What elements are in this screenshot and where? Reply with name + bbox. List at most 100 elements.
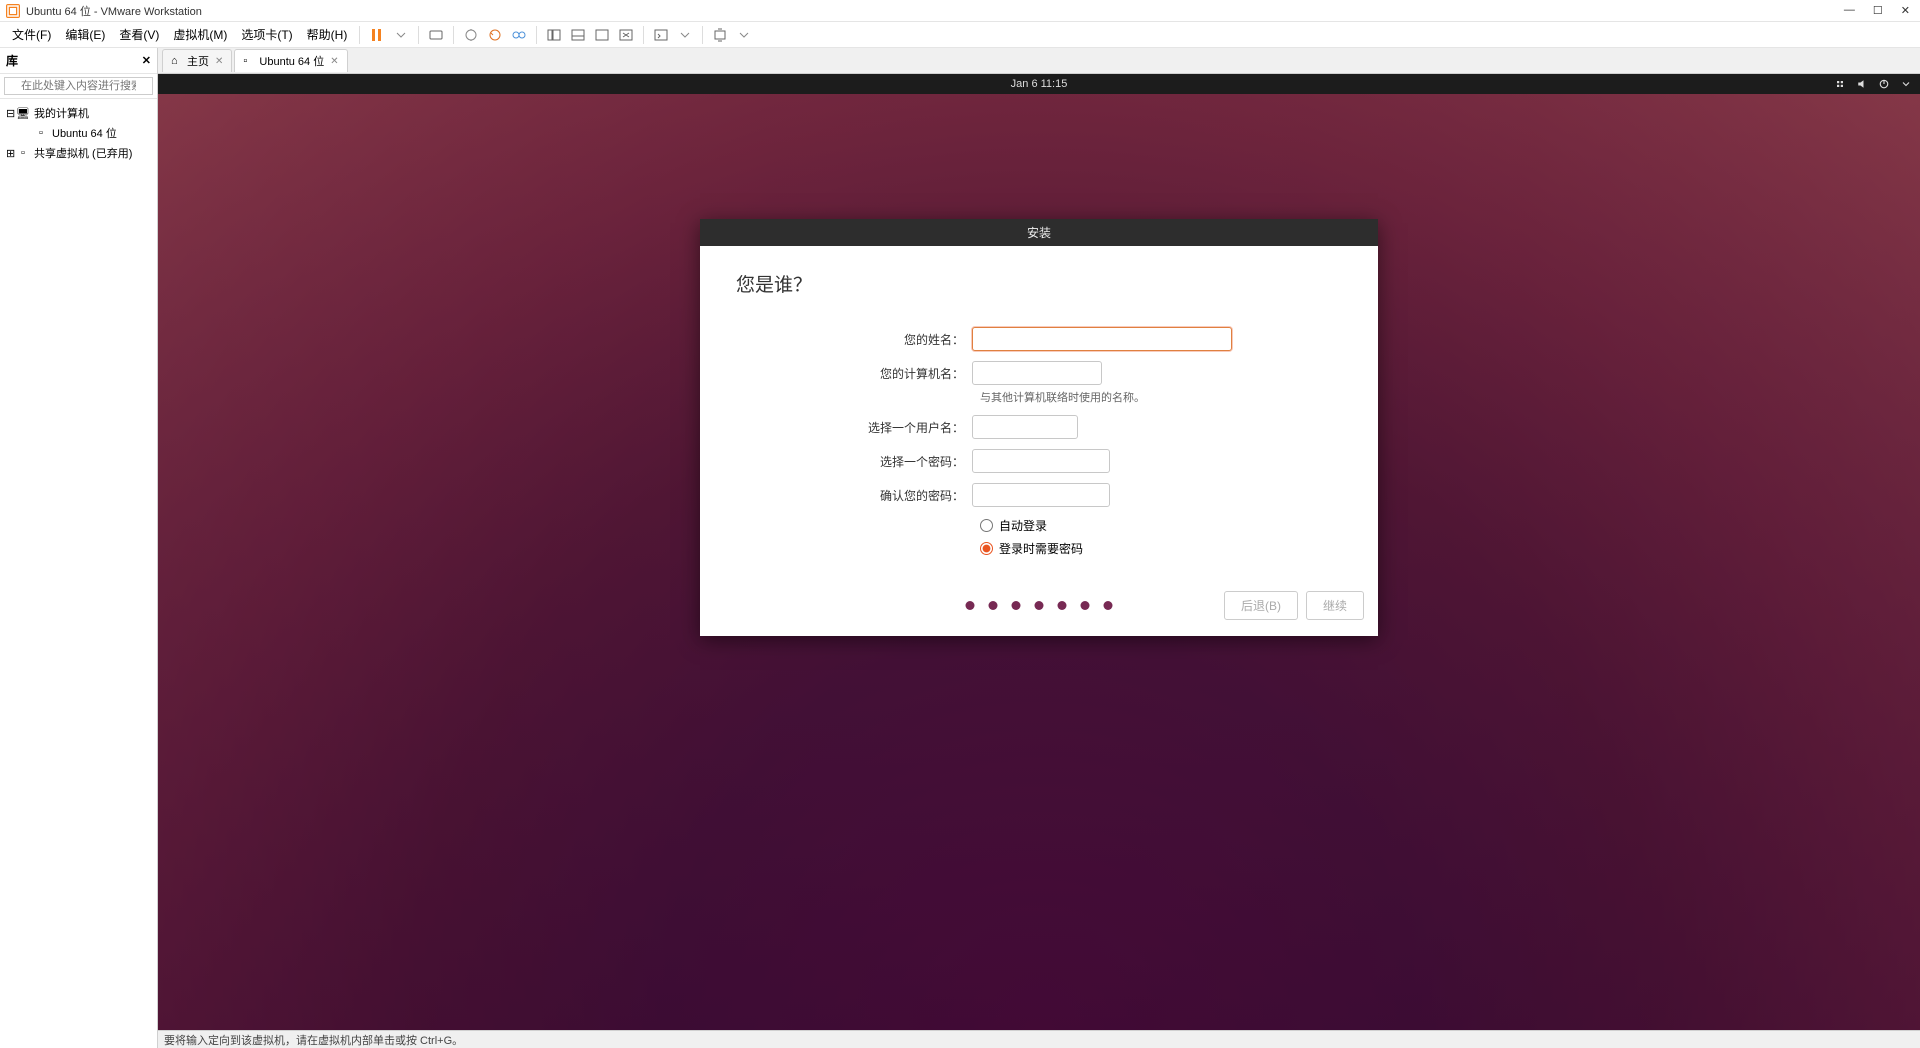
dropdown-icon[interactable]: [390, 24, 412, 46]
collapse-icon[interactable]: ⊟: [6, 107, 16, 120]
ubuntu-tray[interactable]: [1834, 78, 1912, 90]
vm-icon: ▫: [243, 55, 255, 67]
computer-icon: 🖥: [16, 106, 30, 120]
row-computer: 您的计算机名：: [736, 361, 1342, 385]
installer-body: 您是谁？ 您的姓名： 您的计算机名： 与其他计算机联络时使用的名称。 选择一个用…: [700, 246, 1378, 581]
network-icon[interactable]: [1834, 78, 1846, 90]
back-button[interactable]: 后退(B): [1224, 591, 1298, 620]
installer-heading: 您是谁？: [736, 270, 1342, 297]
installer-title: 安装: [700, 219, 1378, 246]
sidebar-header: 库 ✕: [0, 48, 157, 74]
window-title: Ubuntu 64 位 - VMware Workstation: [26, 3, 202, 19]
separator: [453, 26, 454, 44]
snapshot-revert-icon[interactable]: [484, 24, 506, 46]
snapshot-take-icon[interactable]: [460, 24, 482, 46]
tab-label: 主页: [187, 53, 209, 69]
tab-bar: ⌂ 主页 ✕ ▫ Ubuntu 64 位 ✕: [158, 48, 1920, 74]
tree-item-ubuntu[interactable]: ▫ Ubuntu 64 位: [20, 123, 155, 143]
radio-auto-login[interactable]: 自动登录: [980, 517, 1342, 534]
label-name: 您的姓名：: [736, 331, 972, 348]
sidebar-title: 库: [6, 52, 18, 69]
tab-home[interactable]: ⌂ 主页 ✕: [162, 49, 232, 72]
sidebar-search: [0, 74, 157, 99]
tree-item-label: Ubuntu 64 位: [52, 125, 117, 141]
separator: [359, 26, 360, 44]
input-confirm[interactable]: [972, 483, 1110, 507]
row-name: 您的姓名：: [736, 327, 1342, 351]
radio-pass-input[interactable]: [980, 542, 993, 555]
maximize-button[interactable]: ☐: [1869, 4, 1887, 17]
menu-help[interactable]: 帮助(H): [301, 24, 354, 45]
volume-icon[interactable]: [1856, 78, 1868, 90]
tree-root[interactable]: ⊟ 🖥 我的计算机: [2, 103, 155, 123]
window-title-bar: Ubuntu 64 位 - VMware Workstation — ☐ ✕: [0, 0, 1920, 22]
hint-computer: 与其他计算机联络时使用的名称。: [980, 389, 1342, 405]
stretch-icon[interactable]: [709, 24, 731, 46]
installer-window: 安装 您是谁？ 您的姓名： 您的计算机名： 与其他计算机联络时使用的名称。 选择…: [700, 219, 1378, 636]
content-area: ⌂ 主页 ✕ ▫ Ubuntu 64 位 ✕ Jan 6 11:15: [158, 48, 1920, 1048]
menu-tabs[interactable]: 选项卡(T): [235, 24, 298, 45]
menu-file[interactable]: 文件(F): [6, 24, 57, 45]
vm-icon: ▫: [34, 126, 48, 140]
radio-pass-label: 登录时需要密码: [999, 540, 1083, 557]
tree-item-label: 共享虚拟机 (已弃用): [34, 145, 132, 161]
separator: [418, 26, 419, 44]
expand-icon[interactable]: ⊞: [6, 147, 16, 160]
input-username[interactable]: [972, 415, 1078, 439]
progress-dots: [966, 601, 1113, 610]
radio-auto-label: 自动登录: [999, 517, 1047, 534]
label-password: 选择一个密码：: [736, 453, 972, 470]
chevron-down-icon[interactable]: [1900, 78, 1912, 90]
input-password[interactable]: [972, 449, 1110, 473]
label-username: 选择一个用户名：: [736, 419, 972, 436]
vm-screen[interactable]: Jan 6 11:15 安装 您是谁？ 您的姓名：: [158, 74, 1920, 1030]
radio-require-password[interactable]: 登录时需要密码: [980, 540, 1342, 557]
tree-item-shared[interactable]: ⊞ ▫ 共享虚拟机 (已弃用): [2, 143, 155, 163]
power-icon[interactable]: [1878, 78, 1890, 90]
sidebar-close-icon[interactable]: ✕: [142, 54, 151, 67]
console-icon[interactable]: [650, 24, 672, 46]
separator: [702, 26, 703, 44]
tree-root-label: 我的计算机: [34, 105, 89, 121]
menu-view[interactable]: 查看(V): [113, 24, 165, 45]
shared-vm-icon: ▫: [16, 146, 30, 160]
dropdown-icon[interactable]: [674, 24, 696, 46]
status-text: 要将输入定向到该虚拟机，请在虚拟机内部单击或按 Ctrl+G。: [164, 1032, 463, 1048]
radio-auto-input[interactable]: [980, 519, 993, 532]
home-icon: ⌂: [171, 55, 183, 67]
status-bar: 要将输入定向到该虚拟机，请在虚拟机内部单击或按 Ctrl+G。: [158, 1030, 1920, 1048]
menu-bar: 文件(F) 编辑(E) 查看(V) 虚拟机(M) 选项卡(T) 帮助(H): [0, 22, 1920, 48]
ubuntu-top-bar: Jan 6 11:15: [158, 74, 1920, 94]
search-input[interactable]: [4, 77, 153, 95]
sidebar: 库 ✕ ⊟ 🖥 我的计算机 ▫ Ubuntu 64 位 ⊞ ▫ 共享: [0, 48, 158, 1048]
send-ctrl-alt-del-icon[interactable]: [425, 24, 447, 46]
minimize-button[interactable]: —: [1840, 4, 1859, 17]
unity-icon[interactable]: [615, 24, 637, 46]
menu-vm[interactable]: 虚拟机(M): [167, 24, 233, 45]
close-button[interactable]: ✕: [1897, 4, 1914, 17]
separator: [643, 26, 644, 44]
tab-close-icon[interactable]: ✕: [330, 56, 338, 67]
view-sidebar-icon[interactable]: [543, 24, 565, 46]
view-thumbnail-icon[interactable]: [567, 24, 589, 46]
sidebar-tree: ⊟ 🖥 我的计算机 ▫ Ubuntu 64 位 ⊞ ▫ 共享虚拟机 (已弃用): [0, 99, 157, 167]
vmware-icon: [6, 4, 20, 18]
row-password: 选择一个密码：: [736, 449, 1342, 473]
main-area: 库 ✕ ⊟ 🖥 我的计算机 ▫ Ubuntu 64 位 ⊞ ▫ 共享: [0, 48, 1920, 1048]
tab-label: Ubuntu 64 位: [259, 53, 324, 69]
input-name[interactable]: [972, 327, 1232, 351]
tab-ubuntu[interactable]: ▫ Ubuntu 64 位 ✕: [234, 49, 347, 72]
menu-edit[interactable]: 编辑(E): [59, 24, 111, 45]
dropdown-icon[interactable]: [733, 24, 755, 46]
datetime-label[interactable]: Jan 6 11:15: [1011, 78, 1068, 90]
input-computer[interactable]: [972, 361, 1102, 385]
row-username: 选择一个用户名：: [736, 415, 1342, 439]
pause-icon[interactable]: [366, 24, 388, 46]
row-confirm: 确认您的密码：: [736, 483, 1342, 507]
continue-button[interactable]: 继续: [1306, 591, 1364, 620]
snapshot-manager-icon[interactable]: [508, 24, 530, 46]
tab-close-icon[interactable]: ✕: [215, 56, 223, 67]
label-confirm: 确认您的密码：: [736, 487, 972, 504]
window-controls: — ☐ ✕: [1840, 4, 1914, 17]
fullscreen-icon[interactable]: [591, 24, 613, 46]
